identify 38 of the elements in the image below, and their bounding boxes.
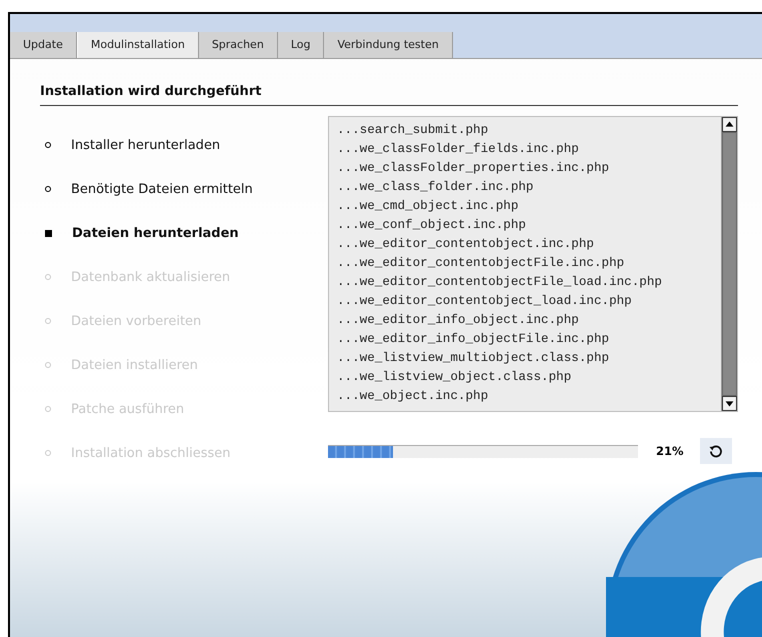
step-marker-icon	[45, 186, 51, 192]
scrollbar[interactable]	[721, 117, 737, 411]
section-heading: Installation wird durchgeführt	[40, 59, 738, 106]
tab[interactable]: Log	[278, 32, 324, 58]
scroll-up-icon[interactable]	[722, 117, 737, 132]
log-line: ...we_classFolder_fields.inc.php	[337, 141, 580, 158]
step-marker-icon	[45, 230, 52, 236]
log-line: ...we_cmd_object.inc.php	[337, 198, 520, 215]
log-line: ...we_class_folder.inc.php	[337, 179, 534, 196]
log-line: ...we_listview_multiobject.class.php	[337, 350, 610, 367]
reload-button[interactable]	[700, 438, 732, 464]
tab[interactable]: Modulinstallation	[76, 32, 199, 58]
step-label: Installer herunterladen	[71, 138, 220, 152]
tab[interactable]: Sprachen	[198, 32, 278, 58]
step-marker-icon	[45, 274, 51, 280]
scroll-down-icon[interactable]	[722, 396, 737, 411]
step-marker-icon	[45, 450, 51, 456]
progress-percent: 21%	[656, 444, 685, 458]
step-marker-icon	[45, 318, 51, 324]
log-line: ...we_conf_object.inc.php	[337, 217, 527, 234]
log-line: ...search_submit.php	[337, 122, 490, 139]
log-line: ...we_editor_contentobject_load.inc.php	[337, 293, 633, 310]
step-marker-icon	[45, 142, 51, 148]
log-line: ...we_listview_object.class.php	[337, 369, 572, 386]
step-label: Benötigte Dateien ermitteln	[71, 182, 253, 196]
log-line: ...we_editor_info_object.inc.php	[337, 312, 580, 329]
log-line: ...we_editor_contentobjectFile_load.inc.php	[337, 274, 663, 291]
log-line: ...we_object.inc.php	[337, 388, 490, 405]
log-line: ...we_editor_contentobjectFile.inc.php	[337, 255, 626, 272]
tab[interactable]: Verbindung testen	[324, 32, 453, 58]
log-line: ...we_classFolder_properties.inc.php	[337, 160, 610, 177]
reload-icon	[709, 444, 723, 458]
step-label: Dateien herunterladen	[72, 226, 239, 240]
step-marker-icon	[45, 406, 51, 412]
log-line: ...we_editor_contentobject.inc.php	[337, 236, 595, 253]
tab[interactable]: Update	[10, 32, 77, 58]
log-line: ...we_editor_info_objectFile.inc.php	[337, 331, 610, 348]
step-marker-icon	[45, 362, 51, 368]
